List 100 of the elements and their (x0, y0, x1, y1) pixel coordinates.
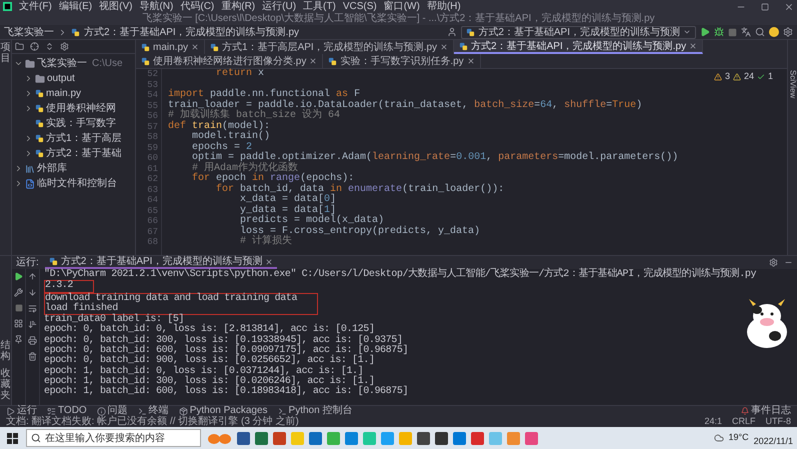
tool-window-tab[interactable]: TODO (47, 406, 87, 416)
chevron-right-icon[interactable] (14, 164, 23, 173)
tree-item[interactable]: 方式2：基于基础 (12, 146, 135, 161)
chevron-right-icon[interactable] (24, 134, 33, 143)
tool-window-tab[interactable]: 问题 (96, 406, 128, 416)
breadcrumb-item[interactable]: 方式2：基于基础API，完成模型的训练与预测.py (84, 24, 300, 40)
menu-item[interactable]: 代码(C) (180, 2, 214, 12)
taskbar-app-icon[interactable] (237, 432, 250, 444)
chevron-right-icon[interactable] (14, 179, 23, 188)
status-item[interactable]: 24:1 (704, 417, 722, 426)
python-file-icon (48, 257, 58, 266)
close-icon[interactable] (265, 258, 274, 266)
menu-item[interactable]: 导航(N) (139, 2, 174, 12)
status-item[interactable]: CRLF (732, 417, 756, 426)
menu-item[interactable]: 编辑(E) (58, 2, 92, 12)
settings-icon[interactable] (769, 258, 778, 267)
menu-item[interactable]: 窗口(W) (384, 2, 420, 12)
warning-count[interactable]: 3 (724, 70, 730, 84)
chevron-right-icon[interactable] (24, 89, 33, 98)
tree-item[interactable]: 飞桨实验一 C:\Use (12, 56, 135, 71)
arrow-up-icon[interactable] (28, 272, 37, 281)
wrap-icon[interactable] (28, 304, 37, 313)
python-file-icon (328, 56, 338, 66)
event-log-tab[interactable]: 事件日志 (741, 406, 791, 416)
menu-item[interactable]: 重构(R) (221, 2, 256, 12)
tree-item[interactable]: 临时文件和控制台 (12, 176, 135, 191)
print-icon[interactable] (28, 336, 37, 345)
close-icon[interactable] (309, 57, 318, 65)
tree-item[interactable]: 使用卷积神经网 (12, 101, 135, 116)
chevron-right-icon[interactable] (24, 74, 33, 83)
tool-window-label[interactable]: 项目 (0, 42, 10, 64)
taskbar-app-icon[interactable] (255, 432, 268, 444)
stop-icon[interactable] (728, 28, 737, 36)
tool-window-tab[interactable]: Python 控制台 (278, 406, 352, 416)
menu-item[interactable]: 文件(F) (19, 2, 52, 12)
close-icon[interactable] (191, 43, 200, 51)
folder-icon (25, 58, 35, 68)
console-line: epoch: 1, batch_id: 300, loss is: [0.0206246], acc is: [1.] (44, 376, 374, 387)
menu-item[interactable]: 帮助(H) (426, 2, 461, 12)
run-config-dropdown[interactable]: 方式2：基于基础API，完成模型的训练与预测 (461, 26, 696, 38)
folder-icon[interactable] (15, 42, 24, 51)
chevron-right-icon[interactable] (24, 149, 33, 158)
line-number: 53 (146, 80, 159, 90)
run-icon[interactable] (700, 27, 710, 37)
typo-count[interactable]: 1 (768, 70, 773, 84)
trash-icon[interactable] (28, 352, 37, 361)
translate-icon[interactable] (741, 27, 751, 37)
weak-warning-count[interactable]: 24 (744, 70, 754, 84)
editor-tab[interactable]: 使用卷积神经网络进行图像分类.py (136, 54, 324, 68)
menu-item[interactable]: 视图(V) (99, 2, 132, 12)
breadcrumb-item[interactable]: 飞桨实验一 (4, 24, 54, 40)
tool-window-tab[interactable]: Python Packages (178, 406, 268, 416)
menu-item[interactable]: 工具(T) (303, 2, 336, 12)
status-item[interactable]: UTF-8 (766, 417, 791, 426)
code-line: epochs = 2 (191, 142, 252, 152)
tree-item[interactable]: 方式1：基于高层 (12, 131, 135, 146)
taskbar-app-icon[interactable] (309, 432, 322, 444)
menu-item[interactable]: VCS(S) (342, 2, 377, 12)
close-icon[interactable] (689, 42, 698, 50)
update-icon[interactable] (769, 27, 779, 37)
close-icon[interactable] (440, 43, 448, 51)
run-icon[interactable] (14, 272, 23, 281)
arrow-down-icon[interactable] (28, 288, 37, 297)
target-icon[interactable] (30, 42, 39, 51)
search-icon[interactable] (755, 27, 765, 37)
menu-item[interactable]: 运行(U) (262, 2, 296, 12)
tool-window-label[interactable]: 结构 (0, 340, 10, 362)
taskbar-app-icon[interactable] (417, 432, 430, 444)
line-number: 62 (146, 174, 159, 184)
user-icon[interactable] (447, 27, 458, 37)
bug-icon[interactable] (714, 27, 724, 37)
chevron-right-icon[interactable] (24, 104, 33, 113)
tool-window-tab[interactable]: 运行 (6, 406, 37, 416)
settings-icon[interactable] (60, 42, 69, 51)
expand-icon[interactable] (45, 42, 54, 51)
chevron-down-icon[interactable] (14, 59, 23, 68)
tool-window-tab[interactable]: 终端 (138, 406, 169, 416)
layout-icon[interactable] (14, 319, 23, 328)
tree-item[interactable]: 外部库 (12, 161, 135, 176)
stop-icon[interactable] (14, 304, 22, 312)
search-icon (31, 433, 41, 443)
editor-tab[interactable]: 方式2：基于基础API，完成模型的训练与预测.py (454, 40, 704, 54)
editor-tab[interactable]: main.py (136, 40, 206, 54)
taskbar-app-icon[interactable] (435, 432, 448, 444)
sort-icon[interactable] (28, 320, 37, 329)
maximize-icon[interactable] (761, 2, 769, 10)
tree-item[interactable]: output (12, 71, 135, 86)
tool-window-label[interactable]: 收藏夹 (0, 368, 10, 401)
close-icon[interactable] (784, 2, 794, 12)
windows-start-icon[interactable] (7, 432, 18, 444)
wrench-icon[interactable] (14, 288, 23, 297)
editor-tab[interactable]: 实验：手写数字识别任务.py (323, 54, 481, 68)
settings-icon[interactable] (783, 27, 793, 37)
line-number: 58 (146, 132, 159, 142)
tree-item[interactable]: 实践：手写数字 (12, 116, 135, 131)
taskbar-search-field[interactable]: 在这里输入你要搜索的内容 (26, 429, 201, 447)
run-tab[interactable]: 方式2：基于基础API，完成模型的训练与预测 (44, 256, 278, 269)
pin-icon[interactable] (14, 335, 23, 344)
close-icon[interactable] (466, 57, 475, 65)
tree-item[interactable]: main.py (12, 86, 135, 101)
